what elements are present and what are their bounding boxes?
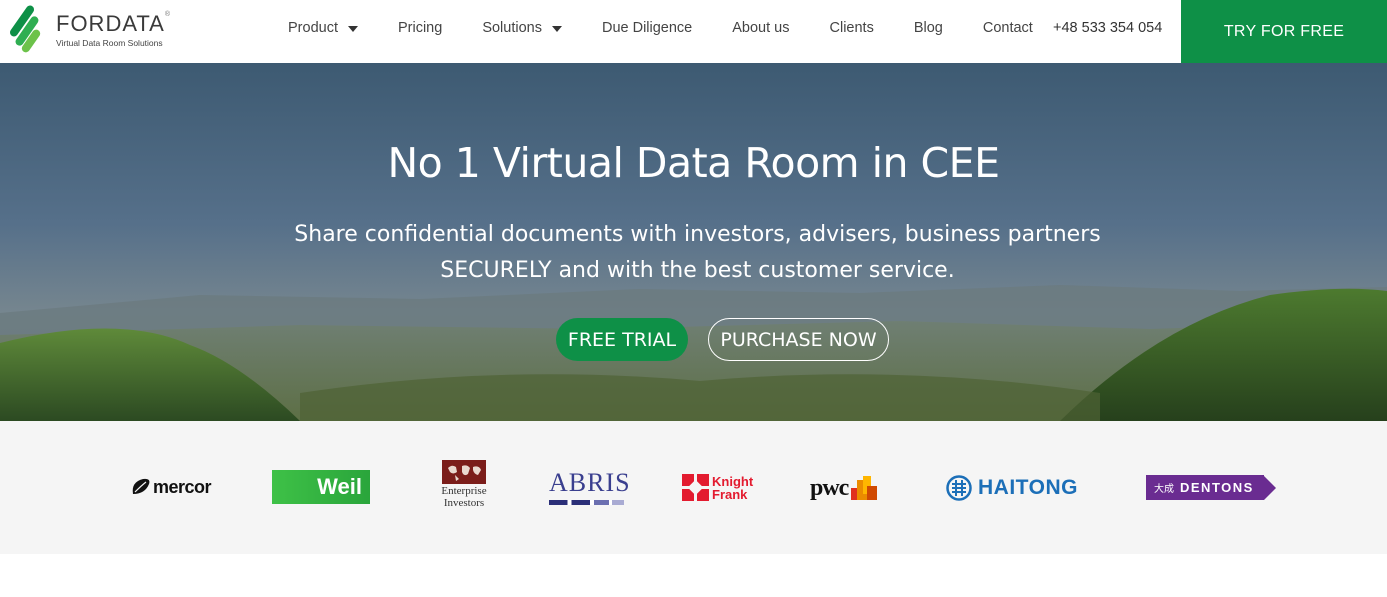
client-logos-band: mercor Weil Enterprise Investors ABRIS Kn… [0, 421, 1387, 554]
purchase-now-button[interactable]: PURCHASE NOW [708, 318, 889, 361]
client-name-dentons: DENTONS [1180, 480, 1254, 495]
client-name-line: Knight [712, 473, 754, 489]
leaf-icon [132, 478, 150, 494]
haitong-emblem-icon [946, 475, 972, 501]
client-logo-dentons: 大成 DENTONS [1146, 475, 1276, 500]
nav-item-product[interactable]: Product [288, 20, 358, 36]
abris-stripe [549, 500, 624, 505]
nav-item-clients[interactable]: Clients [830, 20, 874, 36]
client-name-line: Enterprise [441, 485, 487, 497]
client-logo-knight-frank: Knight Frank [682, 474, 753, 501]
client-logo-pwc: pwc [810, 474, 878, 502]
hero-subtitle-line: Share confidential documents with invest… [294, 222, 1101, 247]
client-name-enterprise-investors: Enterprise Investors [441, 485, 486, 509]
site-header: FORDATA® Virtual Data Room Solutions Pro… [0, 0, 1387, 63]
client-name-line: Frank [712, 486, 748, 502]
client-logo-haitong: HAITONG [946, 474, 1078, 502]
hero-subtitle: Share confidential documents with invest… [0, 217, 1387, 289]
client-name-pwc: pwc [810, 474, 849, 501]
knight-frank-mark-icon [682, 474, 709, 501]
nav-item-pricing[interactable]: Pricing [398, 20, 442, 36]
client-name-dentons-cn: 大成 [1154, 484, 1174, 495]
client-name-abris: ABRIS [549, 468, 631, 497]
dentons-badge: 大成 DENTONS [1146, 475, 1264, 500]
nav-item-due-diligence[interactable]: Due Diligence [602, 20, 692, 36]
caret-down-icon [551, 26, 562, 32]
pwc-blocks-icon [851, 476, 878, 500]
try-for-free-button[interactable]: TRY FOR FREE [1181, 0, 1387, 63]
hero-subtitle-line: SECURELY and with the best customer serv… [440, 258, 955, 283]
nav-item-blog[interactable]: Blog [914, 20, 943, 36]
world-map-icon [442, 460, 486, 484]
fordata-stripes-icon [9, 5, 41, 53]
client-logo-enterprise-investors: Enterprise Investors [436, 460, 492, 514]
caret-down-icon [347, 26, 358, 32]
logo-wordmark: FORDATA® [56, 11, 172, 36]
hero-banner: No 1 Virtual Data Room in CEE Share conf… [0, 63, 1387, 421]
hero-title: No 1 Virtual Data Room in CEE [387, 139, 1000, 187]
client-logo-weil: Weil [272, 470, 370, 504]
nav-item-about-us[interactable]: About us [732, 20, 789, 36]
client-name-mercor: mercor [153, 476, 212, 497]
client-name-haitong: HAITONG [978, 476, 1078, 499]
phone-link[interactable]: +48 533 354 054 [1053, 0, 1162, 56]
dentons-arrow-tip [1264, 475, 1276, 500]
client-name-line: Investors [443, 497, 485, 509]
client-logo-abris: ABRIS [549, 468, 631, 505]
logo-tagline: Virtual Data Room Solutions [56, 38, 163, 48]
client-name-weil: Weil [317, 474, 362, 499]
nav-item-solutions[interactable]: Solutions [482, 20, 562, 36]
client-logo-mercor: mercor [131, 475, 212, 499]
client-name-knight-frank: Knight Frank [712, 475, 753, 501]
nav-item-contact[interactable]: Contact [983, 20, 1033, 36]
fordata-logo[interactable]: FORDATA® Virtual Data Room Solutions [6, 3, 186, 55]
free-trial-button[interactable]: FREE TRIAL [556, 318, 688, 361]
main-nav: Product Pricing Solutions Due Diligence … [288, 0, 1073, 56]
